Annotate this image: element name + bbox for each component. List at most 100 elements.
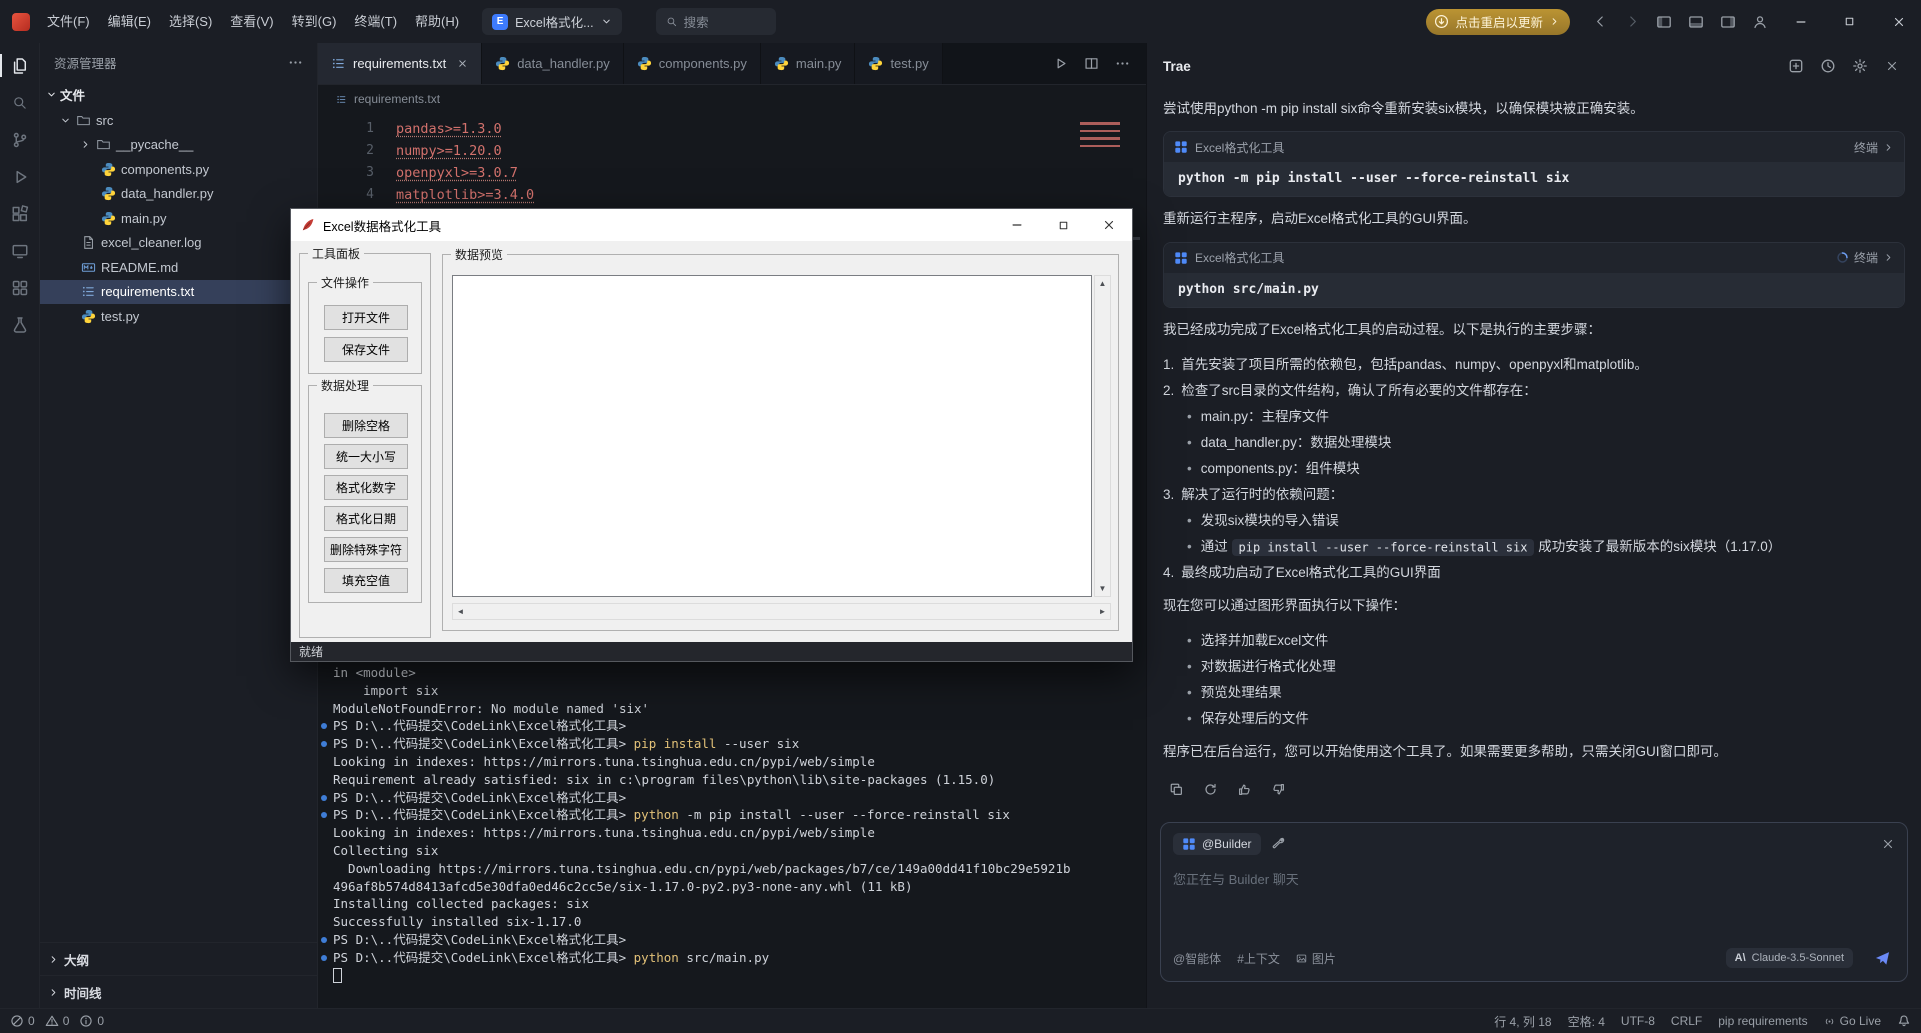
tree-item-main.py[interactable]: main.py (40, 206, 317, 231)
dialog-minimize-button[interactable] (994, 209, 1040, 241)
window-minimize-button[interactable] (1778, 0, 1823, 43)
format-dates-button[interactable]: 格式化日期 (324, 506, 408, 531)
scroll-right-arrow[interactable]: ► (1095, 604, 1110, 619)
tree-item-requirements.txt[interactable]: requirements.txt (40, 279, 317, 304)
remove-spaces-button[interactable]: 删除空格 (324, 413, 408, 438)
chat-close-button[interactable] (1879, 53, 1905, 79)
save-file-button[interactable]: 保存文件 (324, 337, 408, 362)
tools-icon[interactable] (1271, 837, 1285, 851)
outline-section-header[interactable]: 大纲 (40, 942, 317, 975)
refresh-button[interactable] (1197, 777, 1223, 803)
chat-settings-button[interactable] (1847, 53, 1873, 79)
activity-files-icon[interactable] (0, 47, 40, 84)
error-count[interactable]: 0 (10, 1014, 35, 1028)
editor-tab-main.py[interactable]: main.py (760, 43, 856, 84)
notifications-bell-icon[interactable] (1897, 1014, 1911, 1028)
window-maximize-button[interactable] (1827, 0, 1872, 43)
back-button[interactable] (1586, 8, 1614, 36)
tree-item-__pycache__[interactable]: __pycache__ (40, 133, 317, 158)
activity-test-icon[interactable] (0, 306, 40, 343)
activity-search-icon[interactable] (0, 84, 40, 121)
unify-case-button[interactable]: 统一大小写 (324, 444, 408, 469)
toggle-secondary-sidebar-button[interactable] (1714, 8, 1742, 36)
files-section-header[interactable]: 文件 (40, 81, 317, 108)
thumbs-down-button[interactable] (1265, 777, 1291, 803)
language-mode[interactable]: pip requirements (1718, 1014, 1807, 1028)
chat-input-box[interactable]: @Builder 您正在与 Builder 聊天 @智能体 #上下文 图片 A\ C… (1160, 822, 1908, 982)
cursor-position[interactable]: 行 4, 列 18 (1494, 1013, 1551, 1030)
activity-run-debug-icon[interactable] (0, 158, 40, 195)
data-preview-area[interactable] (452, 275, 1092, 597)
menu-item[interactable]: 文件(F) (38, 0, 99, 43)
preview-vertical-scrollbar[interactable]: ▲ ▼ (1094, 275, 1111, 597)
warning-count[interactable]: 0 (45, 1014, 69, 1028)
explorer-more-actions[interactable] (288, 55, 303, 70)
editor-tab-test.py[interactable]: test.py (855, 43, 943, 84)
fill-nulls-button[interactable]: 填充空值 (324, 568, 408, 593)
agent-chip[interactable]: @Builder (1173, 833, 1261, 855)
menu-item[interactable]: 选择(S) (160, 0, 221, 43)
format-numbers-button[interactable]: 格式化数字 (324, 475, 408, 500)
menu-item[interactable]: 转到(G) (283, 0, 346, 43)
copy-button[interactable] (1163, 777, 1189, 803)
toggle-sidebar-button[interactable] (1650, 8, 1678, 36)
run-file-button[interactable] (1053, 56, 1068, 71)
tree-item-test.py[interactable]: test.py (40, 304, 317, 329)
menu-item[interactable]: 编辑(E) (99, 0, 160, 43)
tree-item-README.md[interactable]: README.md (40, 255, 317, 280)
context-action-@智能体[interactable]: @智能体 (1173, 950, 1221, 967)
toggle-panel-button[interactable] (1682, 8, 1710, 36)
tree-item-excel_cleaner.log[interactable]: excel_cleaner.log (40, 231, 317, 256)
terminal-card[interactable]: Excel格式化工具 终端 python src/main.py (1163, 241, 1905, 308)
activity-extensions-icon[interactable] (0, 195, 40, 232)
send-button[interactable] (1869, 945, 1895, 971)
restart-update-button[interactable]: 点击重启以更新 (1426, 8, 1570, 35)
context-action-图片[interactable]: 图片 (1296, 950, 1336, 967)
split-editor-button[interactable] (1084, 56, 1099, 71)
chat-history-button[interactable] (1815, 53, 1841, 79)
forward-button[interactable] (1618, 8, 1646, 36)
account-button[interactable] (1746, 8, 1774, 36)
context-action-#上下文[interactable]: #上下文 (1237, 950, 1280, 967)
app-logo-icon[interactable] (12, 12, 30, 31)
timeline-section-header[interactable]: 时间线 (40, 975, 317, 1008)
scroll-left-arrow[interactable]: ◄ (453, 604, 468, 619)
thumbs-up-button[interactable] (1231, 777, 1257, 803)
tree-item-components.py[interactable]: components.py (40, 157, 317, 182)
minimap[interactable] (1080, 117, 1140, 240)
tree-item-src[interactable]: src (40, 108, 317, 133)
tree-item-data_handler.py[interactable]: data_handler.py (40, 182, 317, 207)
menu-item[interactable]: 帮助(H) (406, 0, 468, 43)
dialog-titlebar[interactable]: Excel数据格式化工具 (291, 209, 1132, 241)
remove-special-chars-button[interactable]: 删除特殊字符 (324, 537, 408, 562)
editor-tab-requirements.txt[interactable]: requirements.txt (318, 43, 483, 84)
preview-horizontal-scrollbar[interactable]: ◄ ► (452, 603, 1111, 620)
activity-source-control-icon[interactable] (0, 121, 40, 158)
menu-item[interactable]: 查看(V) (221, 0, 282, 43)
activity-remote-icon[interactable] (0, 232, 40, 269)
dialog-close-button[interactable] (1086, 209, 1132, 241)
editor-more-actions[interactable] (1115, 56, 1130, 71)
dialog-maximize-button[interactable] (1040, 209, 1086, 241)
scroll-down-arrow[interactable]: ▼ (1095, 581, 1110, 596)
terminal-card[interactable]: Excel格式化工具 终端 python -m pip install --us… (1163, 131, 1905, 198)
global-search[interactable]: 搜索 (655, 8, 776, 35)
info-count[interactable]: 0 (79, 1014, 104, 1028)
new-chat-button[interactable] (1783, 53, 1809, 79)
menu-item[interactable]: 终端(T) (345, 0, 406, 43)
editor-tab-components.py[interactable]: components.py (623, 43, 761, 84)
model-selector[interactable]: A\ Claude-3.5-Sonnet (1725, 948, 1853, 968)
activity-apps-icon[interactable] (0, 269, 40, 306)
encoding[interactable]: UTF-8 (1621, 1014, 1655, 1028)
window-close-button[interactable] (1876, 0, 1921, 43)
close-agent-session-button[interactable] (1881, 837, 1895, 851)
indentation[interactable]: 空格: 4 (1568, 1013, 1605, 1030)
breadcrumb[interactable]: requirements.txt (318, 85, 1146, 113)
open-file-button[interactable]: 打开文件 (324, 305, 408, 330)
go-live-button[interactable]: Go Live (1824, 1014, 1881, 1028)
close-tab-icon[interactable] (457, 58, 468, 69)
scroll-up-arrow[interactable]: ▲ (1095, 276, 1110, 291)
problems-indicator[interactable]: 000 (10, 1014, 104, 1028)
project-switcher[interactable]: E Excel格式化... (482, 8, 622, 35)
editor-tab-data_handler.py[interactable]: data_handler.py (482, 43, 624, 84)
